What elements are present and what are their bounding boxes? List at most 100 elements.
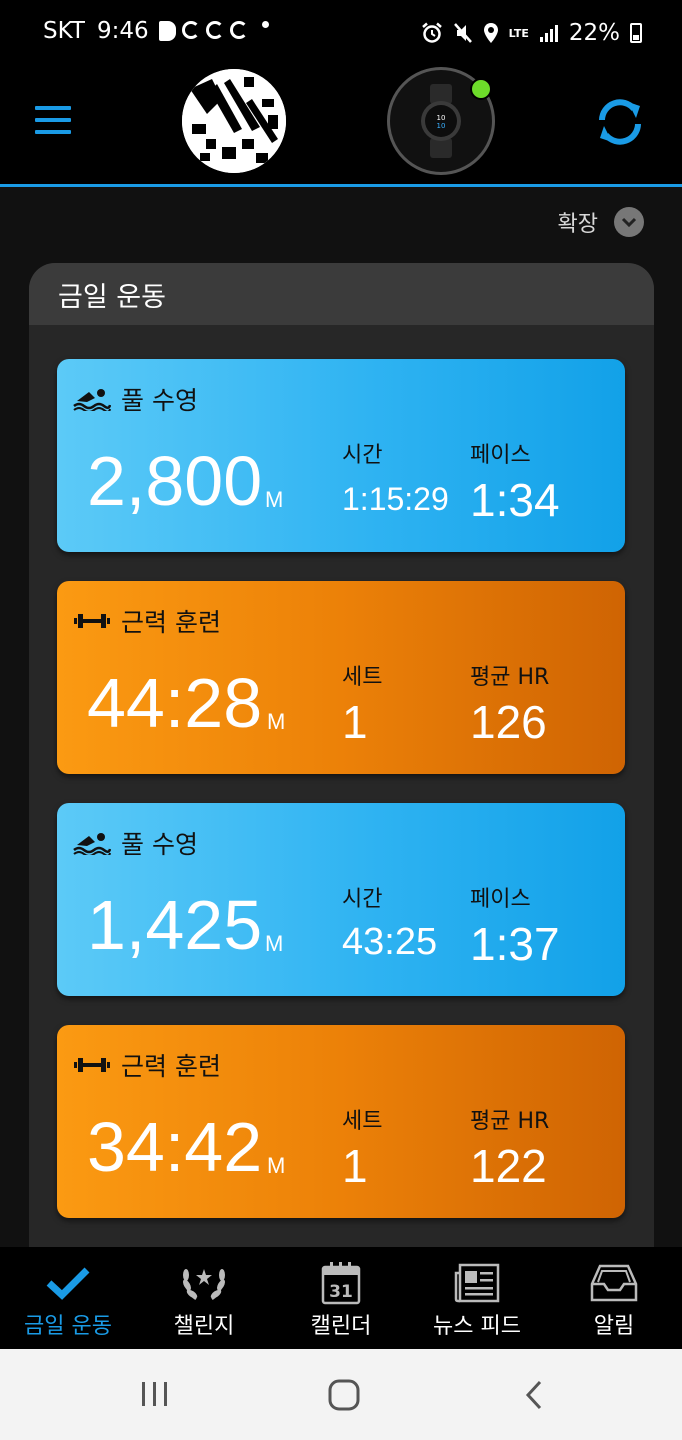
svg-text:10: 10: [437, 114, 446, 122]
activity-main-value: 34:42: [87, 1108, 263, 1186]
swim-icon: [73, 833, 111, 855]
dumbbell-icon: [74, 1058, 110, 1072]
status-bar-right: LTE 22%: [421, 20, 642, 46]
nav-item-calendar[interactable]: 31 캘린더: [273, 1247, 409, 1349]
activity-stat-1: 세트 1: [342, 1103, 382, 1193]
activity-stat-2: 평균 HR 122: [470, 1103, 549, 1193]
activity-main-unit: M: [265, 487, 284, 512]
status-bar: SKT 9:46 LTE 22%: [0, 0, 682, 66]
nav-label: 알림: [593, 1314, 635, 1339]
expand-toggle[interactable]: 확장: [558, 206, 644, 238]
app-header: 10 10: [0, 66, 682, 184]
activity-type-label: 근력 훈련: [121, 1052, 221, 1081]
activity-card[interactable]: 근력 훈련 34:42 M 세트 1 평균 HR 122: [57, 1025, 625, 1218]
nav-label: 캘린더: [310, 1314, 372, 1339]
battery-percent: 22%: [568, 20, 620, 46]
stat-label: 세트: [342, 1109, 383, 1134]
nav-item-news-feed[interactable]: 뉴스 피드: [409, 1247, 545, 1349]
swim-icon: [73, 389, 111, 411]
stat-label: 평균 HR: [470, 1109, 550, 1134]
recents-button[interactable]: [140, 1379, 170, 1413]
back-button[interactable]: [522, 1379, 546, 1415]
check-icon: [45, 1261, 91, 1305]
calendar-icon-text: 31: [329, 1282, 353, 1302]
activity-main-value: 2,800: [87, 442, 263, 520]
laurel-icon: [180, 1261, 228, 1305]
chevron-down-icon: [614, 207, 644, 237]
sync-notification-icon: [181, 21, 200, 39]
activity-type-label: 근력 훈련: [121, 608, 221, 637]
activity-card[interactable]: 근력 훈련 44:28 M 세트 1 평균 HR 126: [57, 581, 625, 774]
activity-main-value: 44:28: [87, 664, 263, 742]
nav-label: 챌린지: [173, 1314, 235, 1339]
clock: 9:46: [96, 18, 149, 44]
svg-text:10: 10: [437, 122, 446, 130]
stat-label: 페이스: [470, 443, 531, 468]
bottom-navigation: 금일 운동 챌린지 31 캘린더 뉴스 피드 알림: [0, 1247, 682, 1349]
stat-label: 세트: [342, 665, 383, 690]
home-button[interactable]: [328, 1379, 360, 1415]
sync-icon: [599, 99, 641, 145]
profile-avatar[interactable]: [182, 69, 286, 173]
stat-label: 시간: [342, 887, 383, 912]
nav-label: 뉴스 피드: [433, 1314, 521, 1339]
signal-icon: [539, 25, 558, 42]
stat-label: 시간: [342, 443, 383, 468]
sync-notification-icon: [205, 21, 224, 39]
stat-value: 122: [470, 1140, 547, 1192]
nav-item-today-workouts[interactable]: 금일 운동: [0, 1247, 136, 1349]
stat-value: 43:25: [342, 921, 438, 963]
activity-stat-1: 세트 1: [342, 659, 382, 749]
stat-value: 1: [342, 1140, 368, 1192]
network-type: LTE: [508, 26, 529, 40]
more-notifications-dot: [261, 21, 269, 28]
stat-value: 126: [470, 696, 547, 748]
dumbbell-icon: [74, 614, 110, 628]
system-navigation-bar: [0, 1349, 682, 1440]
home-icon: [328, 1379, 360, 1411]
alarm-icon: [421, 22, 442, 43]
nav-label: 금일 운동: [24, 1314, 112, 1339]
back-icon: [525, 1380, 542, 1410]
activity-stat-2: 평균 HR 126: [470, 659, 549, 749]
panel-header: 금일 운동: [29, 263, 654, 325]
expand-label: 확장: [557, 212, 598, 237]
activity-stat-1: 시간 1:15:29: [342, 437, 449, 518]
activity-type: 풀 수영: [73, 381, 198, 417]
activity-type: 근력 훈련: [73, 1047, 221, 1083]
stat-label: 페이스: [470, 887, 531, 912]
hamburger-line: [35, 118, 71, 122]
hamburger-icon: [35, 106, 71, 110]
inbox-icon: [590, 1261, 638, 1305]
menu-button[interactable]: [35, 106, 71, 134]
panel-title: 금일 운동: [58, 281, 166, 313]
carrier-label: SKT: [43, 18, 85, 44]
stat-value: 1: [342, 696, 368, 748]
battery-icon: [630, 23, 642, 43]
stat-value: 1:37: [470, 918, 560, 970]
avatar-image: [182, 69, 286, 173]
activity-type: 풀 수영: [73, 825, 198, 861]
recents-icon: [142, 1382, 167, 1406]
activity-stat-1: 시간 43:25: [342, 881, 437, 964]
activity-main-value: 1,425: [87, 886, 263, 964]
activity-main-unit: M: [265, 931, 284, 956]
activity-main-unit: M: [267, 709, 286, 734]
b-app-icon: [158, 21, 176, 41]
nav-item-challenges[interactable]: 챌린지: [136, 1247, 272, 1349]
nav-item-notifications[interactable]: 알림: [546, 1247, 682, 1349]
notification-icons: [158, 21, 269, 41]
stat-value: 1:15:29: [342, 481, 449, 517]
hamburger-line: [35, 130, 71, 134]
location-icon: [483, 23, 498, 43]
sync-notification-icon: [229, 21, 248, 39]
sync-button[interactable]: [592, 94, 648, 150]
activity-card[interactable]: 풀 수영 1,425 M 시간 43:25 페이스 1:37: [57, 803, 625, 996]
activity-main-unit: M: [267, 1153, 286, 1178]
activity-type-label: 풀 수영: [121, 830, 198, 859]
calendar-icon: 31: [321, 1261, 361, 1305]
activity-type: 근력 훈련: [73, 603, 221, 639]
activity-card[interactable]: 풀 수영 2,800 M 시간 1:15:29 페이스 1:34: [57, 359, 625, 552]
mute-icon: [453, 23, 472, 43]
device-connected-indicator: [470, 78, 492, 100]
